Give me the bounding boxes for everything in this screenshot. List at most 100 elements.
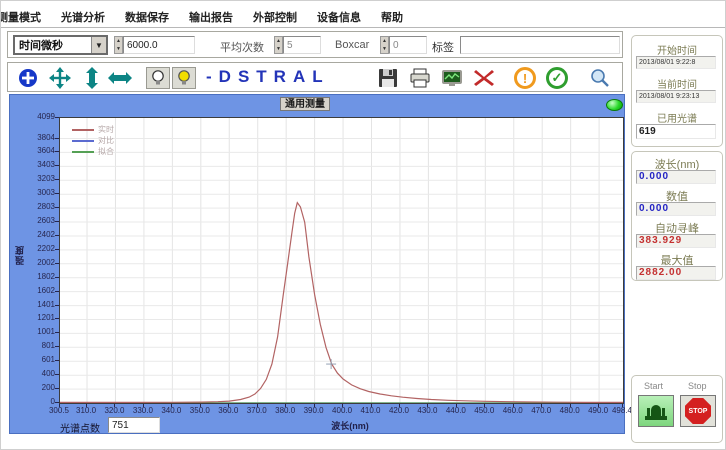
menu-separator	[1, 27, 726, 28]
x-tick-mark	[541, 404, 542, 407]
x-axis-title: 波长(nm)	[290, 419, 410, 432]
lamp-off-icon[interactable]	[146, 67, 170, 89]
y-tick-mark	[55, 402, 59, 403]
menu-item-2[interactable]: 光谱分析	[58, 9, 108, 25]
legend-label: 对比	[98, 135, 114, 146]
menu-item-3[interactable]: 数据保存	[122, 9, 172, 25]
plot-area[interactable]: 实时对比拟合	[59, 117, 624, 404]
average-count-stepper[interactable]: ▲▼	[274, 36, 321, 54]
warning-icon[interactable]: !	[514, 67, 536, 89]
x-tick-mark	[427, 404, 428, 407]
x-tick-mark	[200, 404, 201, 407]
lamp-start-icon	[643, 400, 669, 422]
tag-input[interactable]	[460, 36, 620, 54]
legend-line-icon	[72, 129, 94, 131]
y-tick-mark	[55, 179, 59, 180]
lamp-on-icon[interactable]	[172, 67, 196, 89]
average-count-input[interactable]	[283, 36, 321, 54]
legend-line-icon	[72, 151, 94, 153]
save-icon[interactable]	[376, 67, 400, 89]
start-label: Start	[644, 381, 663, 391]
toolbar: -DSTRAL ! ✓	[7, 62, 623, 92]
y-tick-label: 1401	[15, 300, 55, 309]
pan-icon[interactable]	[48, 67, 72, 89]
zoom-in-icon[interactable]	[16, 67, 40, 89]
y-tick-mark	[55, 117, 59, 118]
y-tick-mark	[55, 193, 59, 194]
x-tick-mark	[456, 404, 457, 407]
search-icon[interactable]	[588, 67, 612, 89]
y-tick-mark	[55, 305, 59, 306]
y-tick-label: 1802	[15, 272, 55, 281]
boxcar-label: Boxcar	[335, 39, 369, 51]
y-tick-label: 2002	[15, 258, 55, 267]
chevron-down-icon[interactable]: ▼	[91, 37, 106, 53]
acquisition-controls: 时间微秒 ▼ ▲▼ 平均次数 ▲▼ Boxcar ▲▼ 标签	[7, 31, 623, 58]
menu-item-4[interactable]: 输出报告	[186, 9, 236, 25]
y-tick-mark	[55, 388, 59, 389]
x-tick-mark	[342, 404, 343, 407]
menu-item-6[interactable]: 设备信息	[314, 9, 364, 25]
integration-mode-select[interactable]: 时间微秒 ▼	[13, 35, 108, 55]
max-value-value: 2882.00	[636, 266, 716, 280]
spinner-arrows-icon[interactable]: ▲▼	[274, 36, 283, 54]
x-tick-mark	[598, 404, 599, 407]
delete-icon[interactable]	[472, 67, 496, 89]
legend-item-1: 实时	[72, 124, 114, 135]
y-tick-label: 1201	[15, 313, 55, 322]
spinner-arrows-icon[interactable]: ▲▼	[114, 36, 123, 54]
y-tick-label: 1602	[15, 286, 55, 295]
x-tick-mark	[114, 404, 115, 407]
integration-time-stepper[interactable]: ▲▼	[114, 36, 195, 54]
menu-item-5[interactable]: 外部控制	[250, 9, 300, 25]
display-icon[interactable]	[440, 67, 464, 89]
y-tick-label: 3203	[15, 174, 55, 183]
y-tick-label: 1001	[15, 327, 55, 336]
x-tick-mark	[228, 404, 229, 407]
stop-button[interactable]: STOP	[680, 395, 716, 427]
menu-item-7[interactable]: 帮助	[378, 9, 406, 25]
auto-peak-value: 383.929	[636, 234, 716, 248]
zoom-horizontal-icon[interactable]	[108, 67, 132, 89]
y-tick-label: 200	[15, 383, 55, 392]
y-tick-mark	[55, 249, 59, 250]
y-tick-mark	[55, 138, 59, 139]
x-tick-mark	[314, 404, 315, 407]
spinner-arrows-icon[interactable]: ▲▼	[380, 36, 389, 54]
x-tick-mark	[371, 404, 372, 407]
y-tick-mark	[55, 165, 59, 166]
print-icon[interactable]	[408, 67, 432, 89]
y-tick-mark	[55, 332, 59, 333]
x-tick-mark	[171, 404, 172, 407]
zoom-vertical-icon[interactable]	[80, 67, 104, 89]
confirm-icon[interactable]: ✓	[546, 67, 568, 89]
y-tick-label: 2402	[15, 230, 55, 239]
boxcar-stepper[interactable]: ▲▼	[380, 36, 427, 54]
y-tick-mark	[55, 346, 59, 347]
integration-mode-value: 时间微秒	[15, 37, 91, 53]
brand-logo: -DSTRAL	[206, 67, 330, 87]
spectrum-points-input[interactable]	[108, 417, 160, 433]
stop-sign-icon: STOP	[685, 398, 711, 424]
y-tick-label: 3804	[15, 133, 55, 142]
menu-item-1[interactable]: 测量模式	[0, 9, 44, 25]
x-tick-mark	[257, 404, 258, 407]
y-tick-mark	[55, 374, 59, 375]
y-tick-label: 0	[15, 397, 55, 406]
spectrum-plot	[60, 118, 623, 403]
legend-label: 拟合	[98, 146, 114, 157]
time-info-box: 开始时间 2013/08/01 9:22:8 当前时间 2013/08/01 9…	[631, 35, 723, 147]
value-value: 0.000	[636, 202, 716, 216]
y-tick-label: 2803	[15, 202, 55, 211]
integration-time-input[interactable]	[123, 36, 195, 54]
y-tick-mark	[55, 235, 59, 236]
x-tick-mark	[285, 404, 286, 407]
y-tick-label: 2202	[15, 244, 55, 253]
y-tick-mark	[55, 221, 59, 222]
y-tick-label: 400	[15, 369, 55, 378]
used-spectra-label: 已用光谱	[632, 110, 722, 125]
readout-box: 波长(nm) 0.000 数值 0.000 自动寻峰 383.929 最大值 2…	[631, 151, 723, 281]
stop-label: Stop	[688, 381, 707, 391]
start-button[interactable]	[638, 395, 674, 427]
boxcar-input[interactable]	[389, 36, 427, 54]
